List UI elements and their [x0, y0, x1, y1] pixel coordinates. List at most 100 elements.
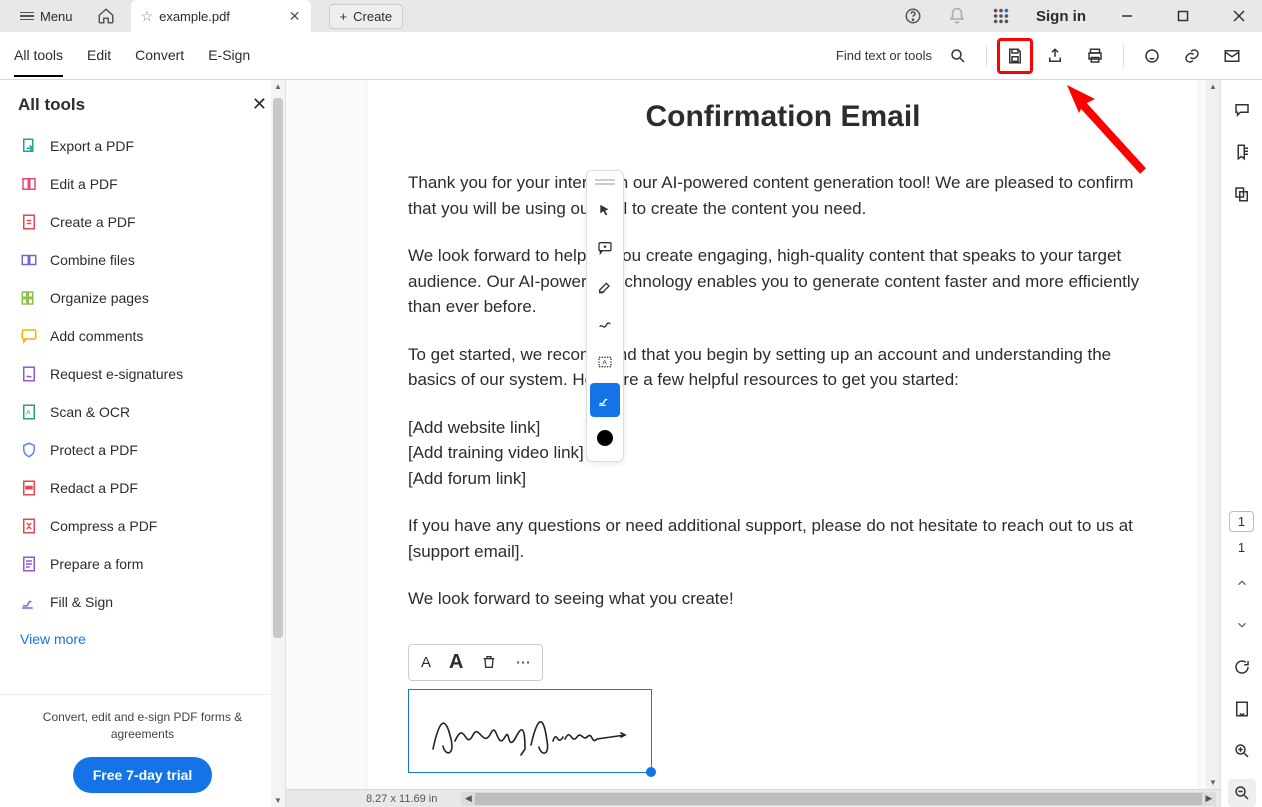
bookmarks-panel-icon[interactable] [1228, 138, 1256, 166]
search-label: Find text or tools [836, 48, 932, 63]
signature-field[interactable] [408, 689, 652, 773]
select-tool[interactable] [590, 193, 620, 227]
more-options-button[interactable]: ⋯ [515, 653, 530, 671]
redact-icon [20, 479, 38, 497]
star-icon[interactable]: ☆ [141, 8, 154, 25]
create-pdf-icon [20, 213, 38, 231]
page-down-icon[interactable] [1228, 611, 1256, 639]
scroll-up-icon[interactable]: ▲ [1206, 82, 1220, 91]
ai-assistant-icon[interactable] [1134, 38, 1170, 74]
font-larger-button[interactable]: A [449, 651, 463, 674]
window-minimize[interactable] [1104, 0, 1150, 32]
sidebar-close-icon[interactable]: ✕ [252, 94, 267, 115]
quick-tools-toolbar[interactable]: A [586, 170, 624, 462]
notification-icon[interactable] [940, 0, 974, 32]
title-bar: Menu ☆ example.pdf ✕ + Create Sign in [0, 0, 1262, 32]
menu-label: Menu [40, 9, 73, 24]
search-icon[interactable] [940, 38, 976, 74]
zoom-in-icon[interactable] [1228, 737, 1256, 765]
textbox-tool[interactable]: A [590, 345, 620, 379]
sidebar-item-combine-files[interactable]: Combine files [8, 241, 277, 279]
draw-tool[interactable] [590, 307, 620, 341]
sidebar-item-label: Export a PDF [50, 138, 134, 154]
email-icon[interactable] [1214, 38, 1250, 74]
sidebar-item-label: Fill & Sign [50, 594, 113, 610]
current-page-input[interactable]: 1 [1229, 511, 1254, 532]
doc-placeholder-link: [Add forum link] [408, 466, 1158, 492]
doc-paragraph: If you have any questions or need additi… [408, 513, 1158, 564]
create-label: Create [353, 9, 392, 24]
sidebar-item-fill-sign[interactable]: Fill & Sign [8, 583, 277, 621]
sidebar-item-label: Add comments [50, 328, 143, 344]
scroll-right-icon[interactable]: ▶ [1202, 792, 1216, 806]
help-icon[interactable] [896, 0, 930, 32]
sidebar-item-edit-a-pdf[interactable]: Edit a PDF [8, 165, 277, 203]
document-tab[interactable]: ☆ example.pdf ✕ [131, 0, 311, 32]
sidebar-item-add-comments[interactable]: Add comments [8, 317, 277, 355]
hscroll-thumb[interactable] [475, 793, 1202, 805]
print-icon[interactable] [1077, 38, 1113, 74]
document-area: A Confirmation Email Thank you for your … [286, 80, 1220, 807]
trial-button[interactable]: Free 7-day trial [73, 757, 213, 793]
rotate-icon[interactable] [1228, 653, 1256, 681]
fit-page-icon[interactable] [1228, 695, 1256, 723]
window-maximize[interactable] [1160, 0, 1206, 32]
tab-esign[interactable]: E-Sign [208, 35, 250, 77]
save-button[interactable] [997, 38, 1033, 74]
view-more-link[interactable]: View more [0, 621, 285, 657]
sidebar-footer-text: Convert, edit and e-sign PDF forms & agr… [16, 709, 269, 743]
page-up-icon[interactable] [1228, 569, 1256, 597]
signin-button[interactable]: Sign in [1028, 8, 1094, 25]
comment-icon [20, 327, 38, 345]
tab-convert[interactable]: Convert [135, 35, 184, 77]
sidebar-scrollbar[interactable]: ▲ ▼ [271, 80, 285, 807]
delete-signature-button[interactable] [481, 654, 497, 670]
sidebar-item-export-a-pdf[interactable]: Export a PDF [8, 127, 277, 165]
sidebar-item-protect-a-pdf[interactable]: Protect a PDF [8, 431, 277, 469]
scroll-thumb[interactable] [273, 98, 283, 638]
highlight-tool[interactable] [590, 269, 620, 303]
create-button[interactable]: + Create [329, 4, 404, 29]
sidebar-item-scan-ocr[interactable]: AScan & OCR [8, 393, 277, 431]
sidebar-item-compress-a-pdf[interactable]: Compress a PDF [8, 507, 277, 545]
status-bar: 8.27 x 11.69 in ◀ ▶ [286, 789, 1220, 807]
font-smaller-button[interactable]: A [421, 654, 431, 671]
tab-close-icon[interactable]: ✕ [289, 8, 301, 25]
sidebar-item-redact-a-pdf[interactable]: Redact a PDF [8, 469, 277, 507]
sidebar-item-label: Combine files [50, 252, 135, 268]
pdf-page[interactable]: Confirmation Email Thank you for your in… [368, 80, 1198, 789]
sidebar-item-create-a-pdf[interactable]: Create a PDF [8, 203, 277, 241]
scroll-down-icon[interactable]: ▼ [271, 796, 285, 805]
doc-paragraph: We look forward to seeing what you creat… [408, 586, 1158, 612]
organize-icon [20, 289, 38, 307]
scroll-down-icon[interactable]: ▼ [1206, 778, 1220, 787]
tab-edit[interactable]: Edit [87, 35, 111, 77]
sidebar-item-organize-pages[interactable]: Organize pages [8, 279, 277, 317]
sidebar-item-label: Create a PDF [50, 214, 136, 230]
window-close[interactable] [1216, 0, 1262, 32]
scroll-up-icon[interactable]: ▲ [271, 82, 285, 91]
thumbnails-panel-icon[interactable] [1228, 180, 1256, 208]
scroll-left-icon[interactable]: ◀ [461, 792, 475, 806]
toolbar-drag-handle[interactable] [595, 179, 615, 185]
horizontal-scrollbar[interactable]: ◀ ▶ [461, 792, 1216, 806]
signature-image [425, 701, 635, 761]
sidebar-item-label: Compress a PDF [50, 518, 157, 534]
share-upload-icon[interactable] [1037, 38, 1073, 74]
home-button[interactable] [97, 7, 115, 25]
sidebar-item-prepare-a-form[interactable]: Prepare a form [8, 545, 277, 583]
comments-panel-icon[interactable] [1228, 96, 1256, 124]
menu-button[interactable]: Menu [12, 5, 81, 28]
doc-paragraph: Thank you for your interest in our AI-po… [408, 170, 1158, 221]
sidebar-item-request-e-signatures[interactable]: Request e-signatures [8, 355, 277, 393]
tab-all-tools[interactable]: All tools [14, 35, 63, 77]
color-picker[interactable] [590, 421, 620, 455]
sign-tool[interactable] [590, 383, 620, 417]
comment-tool[interactable] [590, 231, 620, 265]
link-icon[interactable] [1174, 38, 1210, 74]
doc-vertical-scrollbar[interactable]: ▲ ▼ [1206, 80, 1220, 789]
sidebar-item-label: Request e-signatures [50, 366, 183, 382]
apps-icon[interactable] [984, 0, 1018, 32]
zoom-out-icon[interactable] [1228, 779, 1256, 807]
resize-handle[interactable] [646, 767, 656, 777]
